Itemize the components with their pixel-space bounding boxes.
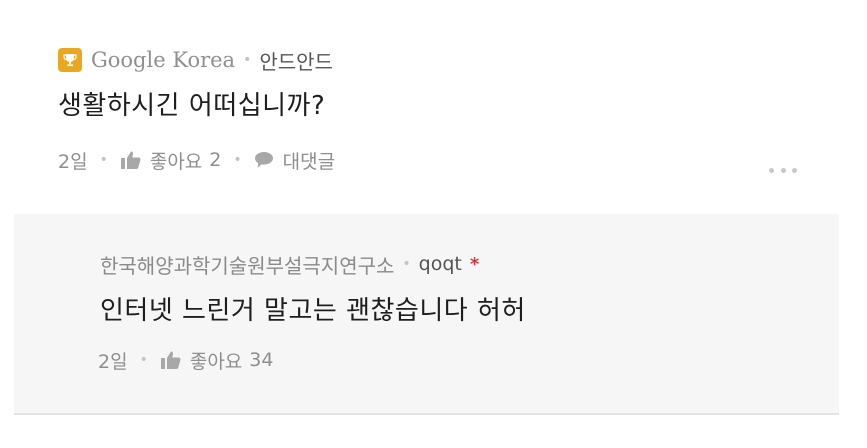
reply-like-button[interactable]: 좋아요 34 bbox=[160, 347, 274, 374]
comment-nickname[interactable]: 안드안드 bbox=[259, 46, 333, 75]
like-count: 2 bbox=[209, 149, 222, 171]
comment: Google Korea • 안드안드 생활하시긴 어떠십니까? 2일 • 좋아… bbox=[0, 0, 867, 214]
separator-dot: • bbox=[139, 352, 148, 368]
reply-like-label: 좋아요 bbox=[189, 350, 243, 373]
more-options-button[interactable] bbox=[763, 160, 803, 180]
reply-actions: 2일 • 좋아요 34 bbox=[98, 345, 273, 375]
reply-comment: 한국해양과학기술원부설극지연구소 • qoqt * 인터넷 느린거 말고는 괜찮… bbox=[14, 214, 839, 415]
comment-author[interactable]: Google Korea bbox=[91, 48, 235, 72]
thumbs-up-icon bbox=[160, 351, 181, 369]
separator-dot: • bbox=[243, 52, 252, 68]
separator-dot: • bbox=[233, 152, 242, 168]
reply-like-count: 34 bbox=[249, 349, 274, 371]
more-dot bbox=[769, 167, 774, 173]
reply-nickname[interactable]: qoqt bbox=[419, 253, 462, 275]
speech-bubble-icon bbox=[254, 152, 273, 168]
reply-meta: 한국해양과학기술원부설극지연구소 • qoqt * bbox=[100, 248, 479, 280]
separator-dot: • bbox=[402, 256, 411, 272]
divider-gap bbox=[0, 415, 95, 448]
comment-text: 생활하시긴 어떠십니까? bbox=[58, 91, 326, 121]
comment-time: 2일 bbox=[58, 150, 88, 173]
reply-button[interactable]: 대댓글 bbox=[254, 147, 335, 174]
reply-text: 인터넷 느린거 말고는 괜찮습니다 허허 bbox=[100, 296, 526, 326]
comment-meta: Google Korea • 안드안드 bbox=[58, 44, 333, 76]
separator-dot: • bbox=[99, 152, 108, 168]
comment-actions: 2일 • 좋아요 2 • 대댓글 bbox=[58, 145, 335, 175]
reply-time: 2일 bbox=[98, 350, 128, 373]
op-mark: * bbox=[469, 253, 480, 275]
trophy-icon bbox=[58, 48, 82, 72]
more-dot bbox=[780, 167, 786, 173]
reply-author[interactable]: 한국해양과학기술원부설극지연구소 bbox=[100, 250, 394, 279]
like-button[interactable]: 좋아요 2 bbox=[120, 147, 222, 174]
thumbs-up-icon bbox=[120, 151, 141, 169]
like-label: 좋아요 bbox=[149, 150, 203, 173]
comment-thread: Google Korea • 안드안드 생활하시긴 어떠십니까? 2일 • 좋아… bbox=[0, 0, 867, 448]
reply-label: 대댓글 bbox=[282, 150, 336, 173]
more-dot bbox=[792, 167, 797, 173]
